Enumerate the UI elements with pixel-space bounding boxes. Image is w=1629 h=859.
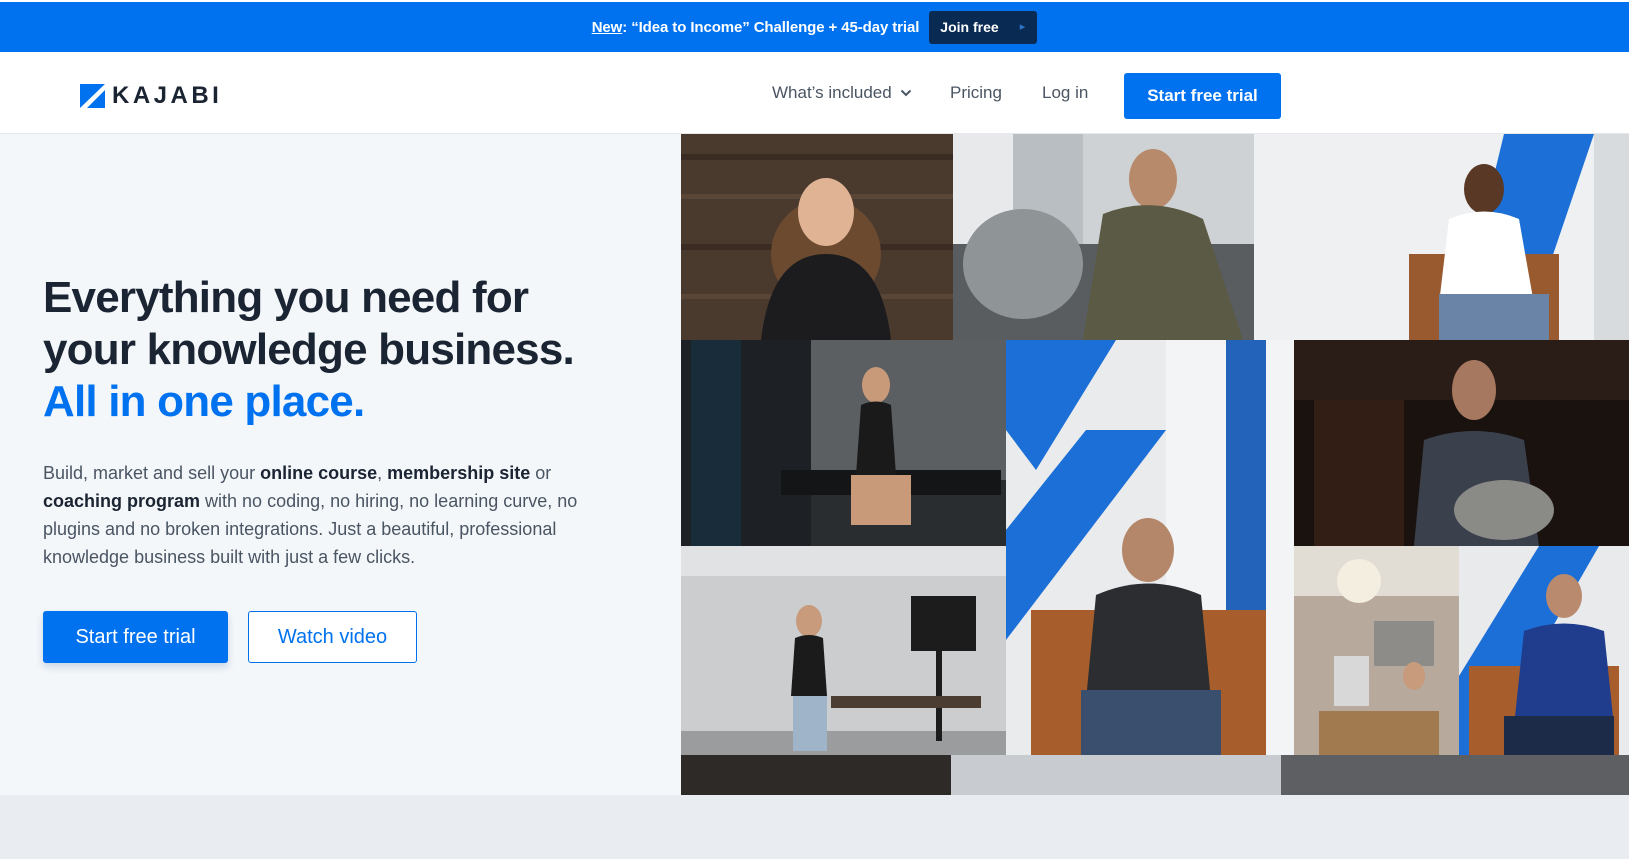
photo-man-glasses-armchair bbox=[1006, 340, 1294, 755]
site-header: KAJABI What’s included Pricing Log in St… bbox=[0, 52, 1629, 134]
hero-start-free-trial-button[interactable]: Start free trial bbox=[43, 611, 228, 663]
announcement-new-link[interactable]: New bbox=[592, 19, 623, 36]
hero-description-bold-membership-site: membership site bbox=[387, 463, 531, 483]
announcement-bar: New: “Idea to Income” Challenge + 45-day… bbox=[0, 2, 1629, 52]
photo-man-armchair-gesturing bbox=[1254, 134, 1629, 340]
photo-man-blue-shirt-chair bbox=[1459, 546, 1629, 755]
nav-whats-included[interactable]: What’s included bbox=[772, 83, 912, 103]
hero-description: Build, market and sell your online cours… bbox=[43, 459, 623, 571]
hero-section: Everything you need for your knowledge b… bbox=[0, 134, 681, 795]
arrow-right-icon: ▸ bbox=[1019, 20, 1026, 33]
hero-headline-accent: All in one place. bbox=[43, 377, 365, 426]
nav-whats-included-label: What’s included bbox=[772, 83, 892, 102]
join-free-button[interactable]: Join free ▸ bbox=[929, 10, 1038, 44]
hero-description-text: , bbox=[377, 463, 388, 483]
hero-headline: Everything you need for your knowledge b… bbox=[43, 272, 575, 428]
chevron-down-icon bbox=[900, 89, 911, 97]
photo-man-dark-room bbox=[1294, 340, 1629, 546]
join-free-label: Join free bbox=[940, 19, 999, 35]
hero-description-bold-coaching-program: coaching program bbox=[43, 491, 201, 511]
hero-headline-line2: your knowledge business. bbox=[43, 325, 575, 374]
photo-woman-gym-bench bbox=[681, 340, 1006, 546]
nav-login[interactable]: Log in bbox=[1042, 83, 1088, 103]
logo-wordmark: KAJABI bbox=[112, 82, 223, 109]
photo-collage bbox=[681, 134, 1629, 795]
kajabi-logo-icon bbox=[80, 84, 105, 108]
header-start-free-trial-button[interactable]: Start free trial bbox=[1124, 73, 1281, 119]
photo-woman-home-office bbox=[1294, 546, 1459, 755]
hero-description-text: Build, market and sell your bbox=[43, 463, 261, 483]
photo-strip-bottom bbox=[681, 755, 1629, 795]
hero-description-text: or bbox=[530, 463, 552, 483]
hero-description-bold-online-course: online course bbox=[260, 463, 378, 483]
photo-man-motorcycle bbox=[953, 134, 1254, 340]
watch-video-button[interactable]: Watch video bbox=[248, 611, 417, 663]
photo-woman-studio-camera bbox=[681, 546, 1006, 755]
announcement-text: New: “Idea to Income” Challenge + 45-day… bbox=[592, 19, 920, 36]
hero-headline-line1: Everything you need for bbox=[43, 273, 529, 322]
nav-pricing[interactable]: Pricing bbox=[950, 83, 1002, 103]
photo-woman-smiling bbox=[681, 134, 953, 340]
kajabi-logo[interactable]: KAJABI bbox=[80, 82, 222, 110]
announcement-message: : “Idea to Income” Challenge + 45-day tr… bbox=[622, 18, 920, 36]
next-section-band bbox=[0, 795, 1629, 859]
